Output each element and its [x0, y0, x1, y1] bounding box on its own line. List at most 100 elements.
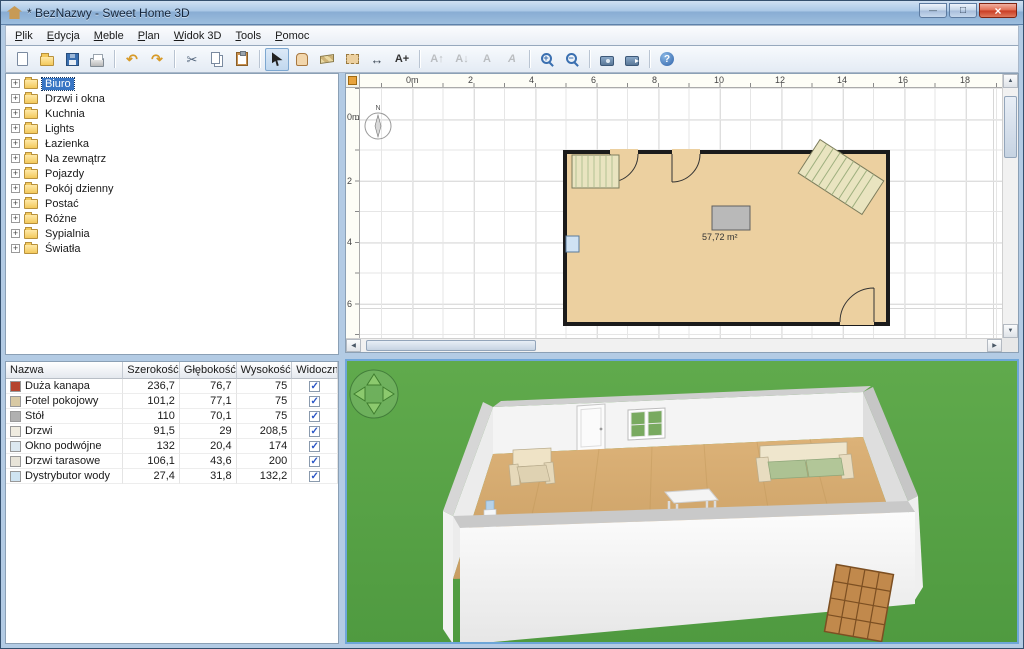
furniture-row[interactable]: Drzwi tarasowe 106,1 43,6 200: [6, 454, 338, 469]
catalog-item-na-zewnatrz[interactable]: Na zewnątrz: [6, 151, 338, 166]
menu-edycja[interactable]: Edycja: [40, 27, 87, 45]
catalog-item-lights[interactable]: Lights: [6, 121, 338, 136]
increase-text-size-button[interactable]: A↑: [425, 48, 449, 71]
redo-button[interactable]: ↷: [145, 48, 169, 71]
title-bar[interactable]: * BezNazwy - Sweet Home 3D: [1, 1, 1023, 25]
plan-sofa-large[interactable]: [572, 155, 619, 188]
catalog-item-swiatla[interactable]: Światła: [6, 241, 338, 256]
furniture-row[interactable]: Okno podwójne 132 20,4 174: [6, 439, 338, 454]
expand-icon[interactable]: [11, 214, 20, 223]
catalog-item-pokoj-dzienny[interactable]: Pokój dzienny: [6, 181, 338, 196]
door-3d[interactable]: [577, 404, 605, 452]
zoom-out-button[interactable]: −: [560, 48, 584, 71]
catalog-item-sypialnia[interactable]: Sypialnia: [6, 226, 338, 241]
catalog-item-rozne[interactable]: Różne: [6, 211, 338, 226]
expand-icon[interactable]: [11, 154, 20, 163]
menu-pomoc[interactable]: Pomoc: [268, 27, 316, 45]
decrease-text-size-button[interactable]: A↓: [450, 48, 474, 71]
scroll-down-button[interactable]: ▼: [1003, 324, 1018, 338]
furniture-row[interactable]: Dystrybutor wody 27,4 31,8 132,2: [6, 469, 338, 484]
expand-icon[interactable]: [11, 199, 20, 208]
furniture-row[interactable]: Stół 110 70,1 75: [6, 409, 338, 424]
visible-checkbox[interactable]: [309, 471, 320, 482]
3d-canvas[interactable]: [347, 361, 1019, 644]
add-texts-button[interactable]: A+: [390, 48, 414, 71]
armchair-3d[interactable]: [509, 448, 555, 486]
expand-icon[interactable]: [11, 109, 20, 118]
cut-button[interactable]: ✂: [180, 48, 204, 71]
create-dimensions-button[interactable]: ↔: [365, 48, 389, 71]
toggle-italic-button[interactable]: A: [500, 48, 524, 71]
print-button[interactable]: [85, 48, 109, 71]
scroll-thumb[interactable]: [366, 340, 536, 351]
plan-horizontal-scrollbar[interactable]: ◀ ▶: [346, 338, 1002, 352]
save-home-button[interactable]: [60, 48, 84, 71]
select-tool-button[interactable]: [265, 48, 289, 71]
plan-vertical-scrollbar[interactable]: ▲ ▼: [1002, 74, 1018, 338]
expand-icon[interactable]: [11, 79, 20, 88]
menu-meble[interactable]: Meble: [87, 27, 131, 45]
3d-navigation-pad[interactable]: [350, 370, 398, 418]
paste-button[interactable]: [230, 48, 254, 71]
create-photo-button[interactable]: [595, 48, 619, 71]
menu-plik[interactable]: Plik: [8, 27, 40, 45]
maximize-button[interactable]: [949, 3, 977, 18]
copy-button[interactable]: [205, 48, 229, 71]
column-header-widoczny[interactable]: Widoczny: [292, 362, 338, 379]
column-header-glebokosc[interactable]: Głębokość: [180, 362, 237, 379]
catalog-item-postac[interactable]: Postać: [6, 196, 338, 211]
catalog-item-biuro[interactable]: Biuro: [6, 76, 338, 91]
menu-plan[interactable]: Plan: [131, 27, 167, 45]
help-button[interactable]: [655, 48, 679, 71]
menu-widok-3d[interactable]: Widok 3D: [167, 27, 229, 45]
visible-checkbox[interactable]: [309, 441, 320, 452]
visible-checkbox[interactable]: [309, 411, 320, 422]
new-home-button[interactable]: [10, 48, 34, 71]
expand-icon[interactable]: [11, 169, 20, 178]
scroll-right-button[interactable]: ▶: [987, 339, 1002, 352]
minimize-button[interactable]: [919, 3, 947, 18]
expand-icon[interactable]: [11, 124, 20, 133]
catalog-item-pojazdy[interactable]: Pojazdy: [6, 166, 338, 181]
visible-checkbox[interactable]: [309, 426, 320, 437]
expand-icon[interactable]: [11, 184, 20, 193]
expand-icon[interactable]: [11, 229, 20, 238]
furniture-row[interactable]: Drzwi 91,5 29 208,5: [6, 424, 338, 439]
scroll-thumb[interactable]: [1004, 96, 1017, 158]
view-3d-panel[interactable]: [345, 359, 1019, 644]
column-header-nazwa[interactable]: Nazwa: [6, 362, 123, 379]
scroll-up-button[interactable]: ▲: [1003, 74, 1018, 88]
plan-compass: N: [365, 105, 391, 139]
zoom-in-button[interactable]: +: [535, 48, 559, 71]
furniture-row[interactable]: Duża kanapa 236,7 76,7 75: [6, 379, 338, 394]
pan-tool-button[interactable]: [290, 48, 314, 71]
furniture-list[interactable]: Nazwa Szerokość Głębokość Wysokość Widoc…: [5, 361, 339, 644]
visible-checkbox[interactable]: [309, 396, 320, 407]
visible-checkbox[interactable]: [309, 381, 320, 392]
toggle-bold-button[interactable]: A: [475, 48, 499, 71]
scroll-left-button[interactable]: ◀: [346, 339, 361, 352]
plan-canvas[interactable]: N: [360, 88, 1002, 338]
catalog-item-kuchnia[interactable]: Kuchnia: [6, 106, 338, 121]
undo-button[interactable]: ↶: [120, 48, 144, 71]
create-walls-button[interactable]: [315, 48, 339, 71]
expand-icon[interactable]: [11, 94, 20, 103]
column-header-wysokosc[interactable]: Wysokość: [237, 362, 293, 379]
plan-table[interactable]: [712, 206, 750, 230]
expand-icon[interactable]: [11, 139, 20, 148]
create-video-button[interactable]: [620, 48, 644, 71]
plan-water-dispenser[interactable]: [566, 236, 579, 252]
bookshelf-3d[interactable]: [825, 564, 894, 641]
open-home-button[interactable]: [35, 48, 59, 71]
close-button[interactable]: [979, 3, 1017, 18]
catalog-item-drzwi-i-okna[interactable]: Drzwi i okna: [6, 91, 338, 106]
catalog-item-lazienka[interactable]: Łazienka: [6, 136, 338, 151]
expand-icon[interactable]: [11, 244, 20, 253]
column-header-szerokosc[interactable]: Szerokość: [123, 362, 180, 379]
menu-tools[interactable]: Tools: [228, 27, 268, 45]
furniture-row[interactable]: Fotel pokojowy 101,2 77,1 75: [6, 394, 338, 409]
window-3d[interactable]: [628, 408, 665, 440]
create-rooms-button[interactable]: [340, 48, 364, 71]
furniture-catalog-tree[interactable]: Biuro Drzwi i okna Kuchnia Lights: [5, 73, 339, 355]
visible-checkbox[interactable]: [309, 456, 320, 467]
